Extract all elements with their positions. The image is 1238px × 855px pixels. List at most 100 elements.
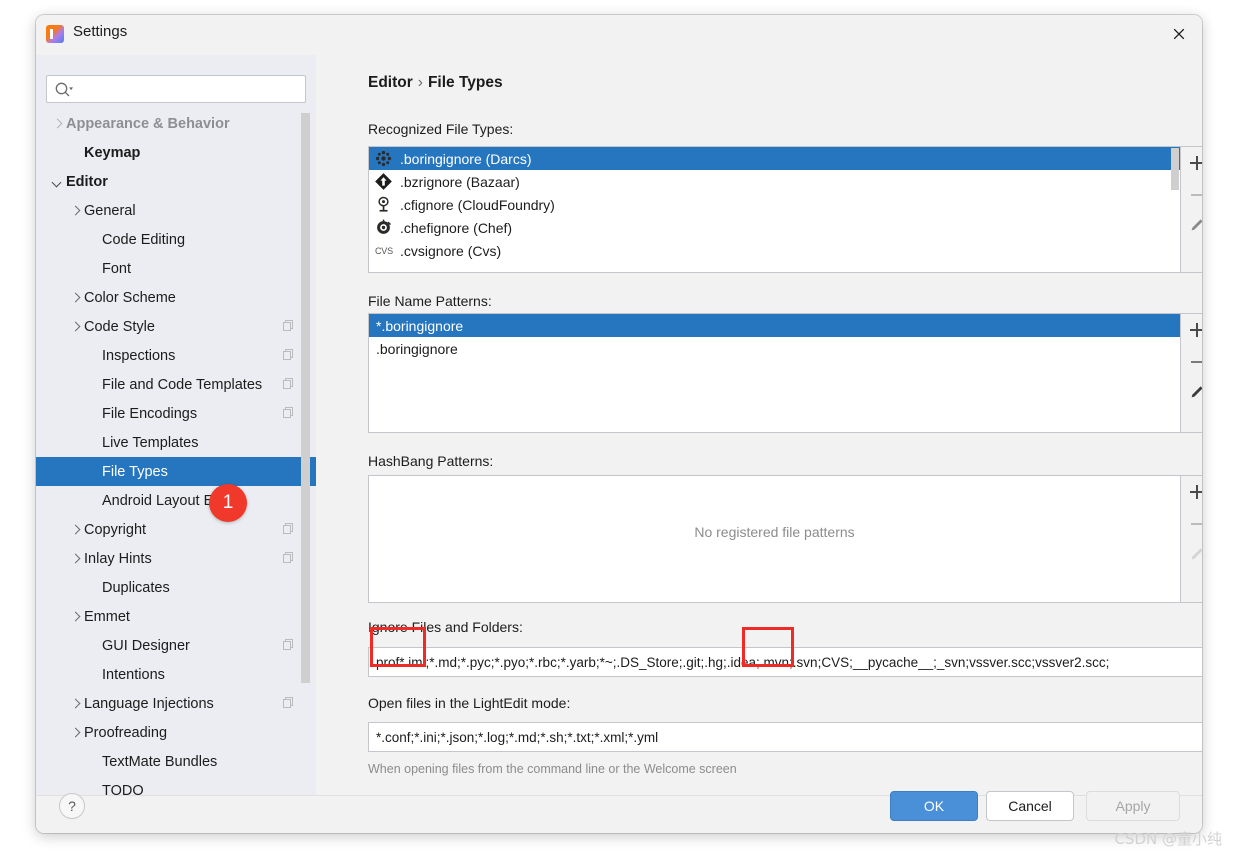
add-pattern-button[interactable] [1181,314,1202,346]
sidebar-item-live-templates[interactable]: Live Templates [36,428,316,457]
sidebar-item-android-layout-editor[interactable]: Android Layout Editor [36,486,316,515]
settings-content-pane: Editor›File Types Recognized File Types:… [316,55,1202,795]
edit-pencil-icon [1189,384,1202,405]
sidebar-item-general[interactable]: General [36,196,316,225]
edit-pattern-button[interactable] [1181,378,1202,410]
sidebar-item-font[interactable]: Font [36,254,316,283]
recognized-file-type-row[interactable]: .bzrignore (Bazaar) [369,170,1180,193]
recognized-file-type-label: .bzrignore (Bazaar) [400,174,520,190]
remove-file-type-button[interactable] [1181,179,1202,211]
sidebar-item-label: General [84,203,136,219]
recognized-file-type-label: .cfignore (CloudFoundry) [400,197,555,213]
minus-icon [1191,361,1203,363]
chevron-down-icon[interactable] [50,174,66,190]
sidebar-item-file-and-code-templates[interactable]: File and Code Templates [36,370,316,399]
breadcrumb-parent[interactable]: Editor [368,74,413,91]
file-name-pattern-row[interactable]: *.boringignore [369,314,1180,337]
remove-pattern-button[interactable] [1181,346,1202,378]
recognized-file-type-row[interactable]: .cfignore (CloudFoundry) [369,193,1180,216]
tree-spacer [86,580,102,596]
chevron-right-icon[interactable] [68,319,84,335]
hashbang-patterns-toolbar [1181,475,1202,603]
sidebar-item-label: Code Style [84,319,155,335]
sidebar-scrollbar-thumb[interactable] [301,113,310,683]
breadcrumb-separator: › [418,74,423,91]
sidebar-item-todo[interactable]: TODO [36,776,316,795]
recognized-list-toolbar [1181,146,1202,273]
sidebar-item-file-encodings[interactable]: File Encodings [36,399,316,428]
sidebar-item-label: Inspections [102,348,175,364]
sidebar-item-keymap[interactable]: Keymap [36,138,316,167]
chevron-right-icon[interactable] [68,290,84,306]
file-name-pattern-row[interactable]: .boringignore [369,337,1180,360]
sidebar-item-label: Font [102,261,131,277]
minus-icon [1191,523,1203,525]
sidebar-item-proofreading[interactable]: Proofreading [36,718,316,747]
close-icon[interactable] [1156,15,1202,53]
lightedit-input[interactable]: *.conf;*.ini;*.json;*.log;*.md;*.sh;*.tx… [368,722,1202,752]
search-box[interactable] [46,75,306,103]
chevron-right-icon[interactable] [68,522,84,538]
help-button[interactable]: ? [59,793,85,819]
recognized-file-type-row[interactable]: .boringignore (Darcs) [369,147,1180,170]
ignore-files-input[interactable]: prof*.iml;*.md;*.pyc;*.pyo;*.rbc;*.yarb;… [368,647,1202,677]
copy-settings-icon [283,320,294,332]
tree-spacer [86,638,102,654]
sidebar-item-code-editing[interactable]: Code Editing [36,225,316,254]
sidebar-item-file-types[interactable]: File Types [36,457,316,486]
sidebar-item-emmet[interactable]: Emmet [36,602,316,631]
sidebar-item-appearance-behavior[interactable]: Appearance & Behavior [36,109,316,138]
hashbang-patterns-list[interactable]: No registered file patterns [368,475,1181,603]
annotation-badge-1: 1 [209,484,247,522]
recognized-file-type-label: .cvsignore (Cvs) [400,243,501,259]
sidebar-item-textmate-bundles[interactable]: TextMate Bundles [36,747,316,776]
plus-icon [1190,323,1202,337]
recognized-list-scrollbar-thumb[interactable] [1171,148,1179,190]
sidebar-item-code-style[interactable]: Code Style [36,312,316,341]
ok-button[interactable]: OK [890,791,978,821]
chevron-right-icon[interactable] [68,203,84,219]
recognized-file-type-row[interactable]: .chefignore (Chef) [369,216,1180,239]
sidebar-item-inlay-hints[interactable]: Inlay Hints [36,544,316,573]
sidebar-item-intentions[interactable]: Intentions [36,660,316,689]
chevron-right-icon[interactable] [68,725,84,741]
cancel-button[interactable]: Cancel [986,791,1074,821]
sidebar-item-copyright[interactable]: Copyright [36,515,316,544]
plus-icon [1190,485,1202,499]
search-icon [54,81,74,99]
tree-spacer [86,435,102,451]
add-hashbang-button[interactable] [1181,476,1202,508]
tree-spacer [86,261,102,277]
sidebar-item-label: File Encodings [102,406,197,422]
sidebar-item-label: Proofreading [84,725,167,741]
edit-file-type-button[interactable] [1181,211,1202,243]
chevron-right-icon[interactable] [68,609,84,625]
copy-settings-icon [283,523,294,535]
breadcrumb-current: File Types [428,74,503,91]
copy-settings-icon [283,378,294,390]
sidebar-item-language-injections[interactable]: Language Injections [36,689,316,718]
dialog-titlebar: Settings [36,15,1202,55]
sidebar-item-inspections[interactable]: Inspections [36,341,316,370]
recognized-file-type-row-partial[interactable] [369,262,1180,272]
file-name-pattern-label: *.boringignore [376,318,463,334]
file-name-patterns-list[interactable]: *.boringignore .boringignore [368,313,1181,433]
edit-hashbang-button[interactable] [1181,540,1202,572]
search-input[interactable] [77,76,301,102]
chevron-right-icon[interactable] [50,116,66,132]
add-file-type-button[interactable] [1181,147,1202,179]
chevron-right-icon[interactable] [68,696,84,712]
recognized-file-types-list[interactable]: .boringignore (Darcs) .bzrignore (Bazaar)… [368,146,1181,273]
chevron-right-icon[interactable] [68,551,84,567]
copy-settings-icon [283,407,294,419]
sidebar-item-color-scheme[interactable]: Color Scheme [36,283,316,312]
dialog-title: Settings [73,23,127,40]
plus-icon [1190,156,1202,170]
sidebar-item-duplicates[interactable]: Duplicates [36,573,316,602]
recognized-file-type-row[interactable]: CVS.cvsignore (Cvs) [369,239,1180,262]
sidebar-item-gui-designer[interactable]: GUI Designer [36,631,316,660]
sidebar-item-editor[interactable]: Editor [36,167,316,196]
remove-hashbang-button[interactable] [1181,508,1202,540]
settings-tree[interactable]: Appearance & BehaviorKeymapEditor General… [36,109,316,795]
lightedit-hint: When opening files from the command line… [368,762,737,776]
